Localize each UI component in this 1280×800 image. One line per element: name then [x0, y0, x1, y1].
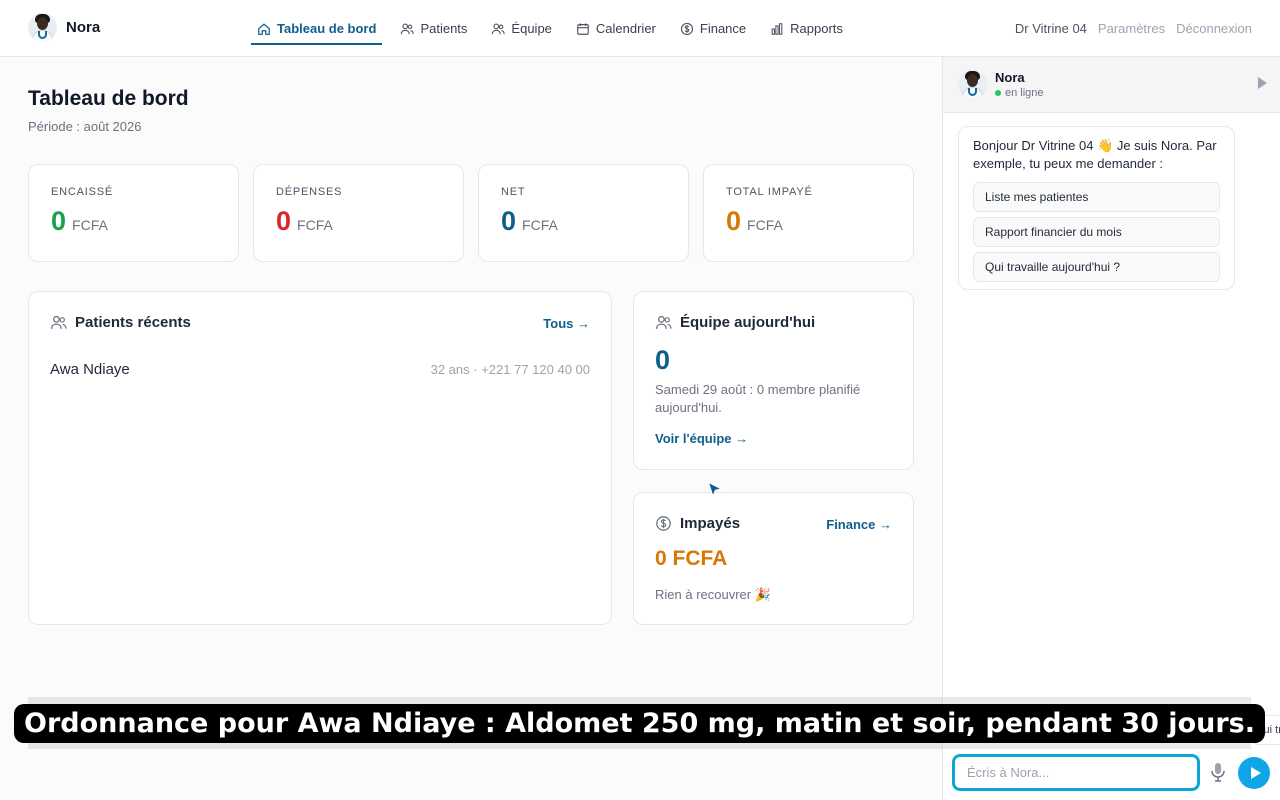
page-title: Tableau de bord: [28, 87, 189, 110]
nav-label: Rapports: [790, 21, 843, 36]
patient-name: Awa Ndiaye: [50, 361, 130, 378]
stat-currency: FCFA: [747, 217, 783, 233]
stat-value: 0: [726, 206, 742, 236]
mouse-cursor-icon: [706, 480, 724, 500]
chat-greeting: Bonjour Dr Vitrine 04 👋 Je suis Nora. Pa…: [973, 138, 1217, 171]
collapse-panel-icon[interactable]: [1258, 77, 1267, 89]
patient-row[interactable]: Awa Ndiaye 32 ans · +221 77 120 40 00: [50, 361, 590, 378]
stat-value: 0: [51, 206, 67, 236]
team-description: Samedi 29 août : 0 membre planifié aujou…: [655, 382, 861, 415]
chat-panel: Nora en ligne Bonjour Dr Vitrine 04 👋 Je…: [942, 57, 1280, 800]
team-icon: [655, 315, 672, 329]
stat-card-depenses: DÉPENSES 0 FCFA: [253, 164, 464, 262]
unpaid-note: Rien à recouvrer 🎉: [655, 587, 771, 602]
user-name: Dr Vitrine 04: [1014, 21, 1087, 36]
stat-currency: FCFA: [72, 217, 108, 233]
team-count: 0: [655, 345, 671, 375]
card-title: Patients récents: [50, 314, 191, 331]
card-title: Équipe aujourd'hui: [655, 314, 815, 331]
dollar-icon: [680, 22, 693, 35]
brand[interactable]: Nora: [28, 13, 100, 42]
recent-patients-card: Patients récents Tous → Awa Ndiaye 32 an…: [28, 291, 612, 625]
chat-header: Nora en ligne: [943, 57, 1280, 113]
nav-item-tableau-de-bord[interactable]: Tableau de bord: [245, 0, 388, 57]
send-icon: [1250, 767, 1261, 779]
card-title-label: Impayés: [680, 515, 741, 532]
top-navigation-bar: Nora Tableau de bord Patients Équipe Cal…: [0, 0, 1280, 57]
nav-label: Tableau de bord: [277, 21, 377, 36]
users-icon: [401, 23, 415, 34]
stat-card-encaisse: ENCAISSÉ 0 FCFA: [28, 164, 239, 262]
suggestion-chip[interactable]: Rapport financier du mois: [973, 217, 1220, 247]
period-label: Période : août 2026: [28, 119, 142, 134]
caption-text: Ordonnance pour Awa Ndiaye : Aldomet 250…: [14, 703, 1265, 743]
stat-value: 0: [501, 206, 517, 236]
suggestion-chip[interactable]: Qui travaille aujourd'hui ?: [973, 252, 1220, 282]
nav-item-rapports[interactable]: Rapports: [758, 0, 855, 57]
chat-status-label: en ligne: [1005, 87, 1044, 99]
chat-status: en ligne: [995, 87, 1044, 99]
finance-link[interactable]: Finance →: [826, 517, 892, 532]
card-title-label: Patients récents: [75, 314, 191, 331]
stat-currency: FCFA: [297, 217, 333, 233]
online-dot-icon: [995, 90, 1001, 96]
nav-item-equipe[interactable]: Équipe: [479, 0, 563, 57]
stat-value: 0: [276, 206, 292, 236]
dollar-icon: [656, 516, 671, 531]
chat-input[interactable]: [952, 754, 1200, 791]
nav-label: Finance: [699, 21, 747, 36]
nav-label: Patients: [420, 21, 468, 36]
nav-item-finance[interactable]: Finance: [668, 0, 758, 57]
chart-icon: [771, 22, 783, 35]
patient-meta: 32 ans · +221 77 120 40 00: [430, 362, 590, 377]
stat-label: ENCAISSÉ: [51, 186, 114, 198]
stat-label: DÉPENSES: [276, 186, 343, 198]
stat-currency: FCFA: [522, 217, 558, 233]
subtitle-caption: Ordonnance pour Awa Ndiaye : Aldomet 250…: [14, 700, 1265, 746]
brand-name: Nora: [66, 19, 101, 36]
suggestion-chip[interactable]: Liste mes patientes: [973, 182, 1220, 212]
team-icon: [492, 23, 506, 34]
nav-item-patients[interactable]: Patients: [388, 0, 479, 57]
all-patients-link[interactable]: Tous →: [543, 316, 590, 331]
home-icon: [258, 22, 270, 35]
nora-avatar: [28, 13, 57, 42]
nav-item-calendrier[interactable]: Calendrier: [564, 0, 668, 57]
card-title-label: Équipe aujourd'hui: [680, 314, 816, 331]
chat-assistant-name: Nora: [995, 70, 1025, 85]
dashboard-main: Tableau de bord Période : août 2026 ENCA…: [0, 57, 942, 800]
unpaid-amount: 0 FCFA: [655, 547, 728, 570]
nav-label: Calendrier: [595, 21, 656, 36]
send-button[interactable]: [1238, 757, 1270, 789]
chat-message-bubble: Bonjour Dr Vitrine 04 👋 Je suis Nora. Pa…: [958, 126, 1235, 290]
stat-label: TOTAL IMPAYÉ: [726, 186, 813, 198]
nav-label: Équipe: [511, 21, 552, 36]
stat-card-net: NET 0 FCFA: [478, 164, 689, 262]
unpaid-card: Impayés Finance → 0 FCFA Rien à recouvre…: [633, 492, 914, 625]
card-title: Impayés: [655, 515, 740, 532]
team-today-card: Équipe aujourd'hui 0 Samedi 29 août : 0 …: [633, 291, 914, 470]
user-menu: Dr Vitrine 04 Paramètres Déconnexion: [1015, 0, 1252, 57]
calendar-icon: [577, 22, 589, 35]
logout-link[interactable]: Déconnexion: [1176, 21, 1252, 36]
view-team-link[interactable]: Voir l'équipe →: [655, 431, 748, 446]
stat-label: NET: [501, 186, 526, 198]
microphone-icon[interactable]: [1208, 761, 1228, 783]
main-nav: Tableau de bord Patients Équipe Calendri…: [245, 0, 855, 57]
users-icon: [50, 315, 67, 329]
stat-card-total-impaye: TOTAL IMPAYÉ 0 FCFA: [703, 164, 914, 262]
settings-link[interactable]: Paramètres: [1098, 21, 1165, 36]
nora-avatar: [958, 70, 987, 99]
